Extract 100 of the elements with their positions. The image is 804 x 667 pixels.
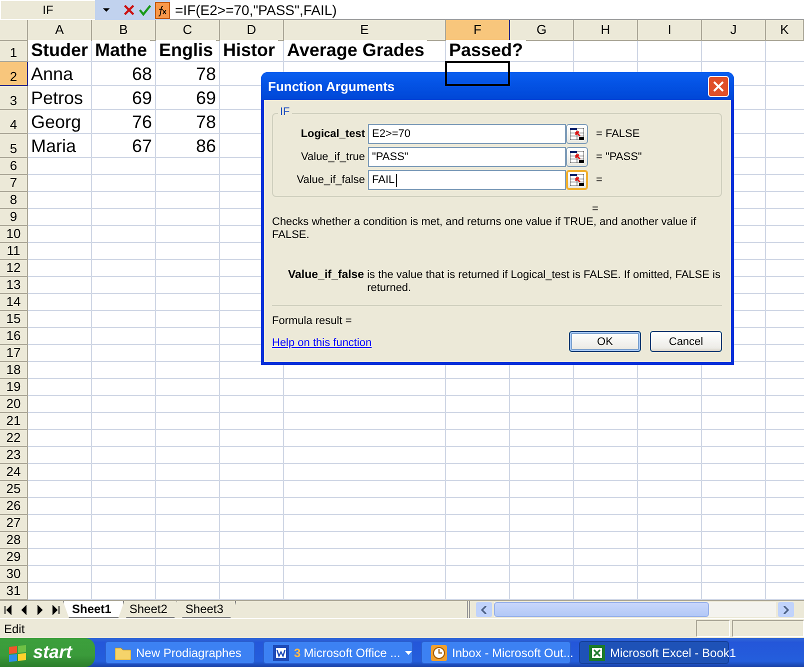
- argument-description: is the value that is returned if Logical_test is FALSE. If omitted, FALSE is returned.: [367, 269, 722, 295]
- spreadsheet-icon: [570, 128, 584, 140]
- dialog-button[interactable]: Cancel: [650, 331, 722, 352]
- column-header[interactable]: D: [220, 20, 284, 41]
- row-header[interactable]: 9: [0, 209, 28, 226]
- clock-icon: [431, 644, 447, 660]
- argument-field[interactable]: "PASS": [368, 147, 566, 167]
- spreadsheet-icon: [570, 151, 584, 163]
- first-sheet-icon[interactable]: [3, 604, 13, 614]
- row-header[interactable]: 3: [0, 86, 28, 110]
- status-panel: [732, 620, 804, 637]
- row-header[interactable]: 20: [0, 396, 28, 413]
- row-header[interactable]: 22: [0, 430, 28, 447]
- taskbar-button[interactable]: New Prodiagraphes: [105, 641, 255, 664]
- folder-icon: [115, 646, 131, 660]
- row-header[interactable]: 1: [0, 41, 28, 62]
- row-header[interactable]: 12: [0, 260, 28, 277]
- column-header[interactable]: E: [284, 20, 446, 41]
- active-cell: [445, 61, 510, 86]
- taskbar-label: Microsoft Office ...: [304, 646, 400, 660]
- column-header[interactable]: J: [702, 20, 766, 41]
- row-header[interactable]: 11: [0, 243, 28, 260]
- status-panel: [696, 620, 730, 637]
- name-box[interactable]: IF: [0, 0, 95, 20]
- close-icon: [713, 80, 724, 92]
- argument-result: =: [595, 174, 604, 186]
- column-header[interactable]: A: [28, 20, 92, 41]
- row-header[interactable]: 23: [0, 447, 28, 464]
- caret-icon: [405, 650, 412, 654]
- row-header[interactable]: 27: [0, 515, 28, 532]
- row-header[interactable]: 24: [0, 464, 28, 481]
- column-header[interactable]: C: [156, 20, 220, 41]
- taskbar-button[interactable]: 3 Microsoft Office ...: [263, 641, 413, 664]
- row-header[interactable]: 15: [0, 311, 28, 328]
- column-header[interactable]: I: [638, 20, 702, 41]
- chevron-left-icon: [481, 606, 487, 614]
- table-cell: Passed?: [446, 40, 526, 61]
- row-header[interactable]: 28: [0, 532, 28, 549]
- argument-field[interactable]: FAIL: [368, 170, 566, 190]
- row-header[interactable]: 10: [0, 226, 28, 243]
- group-label: IF: [278, 106, 292, 118]
- row-header[interactable]: 2: [0, 62, 28, 86]
- sheet-tab[interactable]: Sheet1: [63, 601, 124, 618]
- column-header[interactable]: F: [446, 20, 510, 41]
- argument-label: Value_if_true: [300, 151, 365, 163]
- taskbar-button[interactable]: Inbox - Microsoft Out...: [421, 641, 571, 664]
- insert-function-icon[interactable]: [154, 2, 170, 18]
- window-count: 3: [294, 646, 301, 660]
- close-button[interactable]: [708, 76, 729, 96]
- column-header[interactable]: B: [92, 20, 156, 41]
- formula-field[interactable]: =IF(E2>=70,"PASS",FAIL): [170, 0, 804, 20]
- row-header[interactable]: 8: [0, 192, 28, 209]
- row-header[interactable]: 21: [0, 413, 28, 430]
- function-description: Checks whether a condition is met, and returns one value if TRUE, and another value if FALSE.: [272, 216, 698, 242]
- argument-result: = "PASS": [595, 151, 643, 163]
- spreadsheet-icon: [570, 174, 584, 186]
- argument-field[interactable]: E2>=70: [368, 124, 566, 144]
- scroll-right-button[interactable]: [778, 602, 794, 617]
- row-header[interactable]: 19: [0, 379, 28, 396]
- flag-icon: [8, 644, 28, 662]
- column-header[interactable]: H: [574, 20, 638, 41]
- formula-result: Formula result =: [272, 315, 353, 327]
- row-header[interactable]: 30: [0, 566, 28, 583]
- column-header[interactable]: G: [510, 20, 574, 41]
- argument-label: Value_if_false: [296, 174, 365, 186]
- sheet-tab[interactable]: Sheet3: [176, 601, 236, 618]
- row-header[interactable]: 31: [0, 583, 28, 600]
- next-sheet-icon[interactable]: [35, 604, 45, 614]
- row-header[interactable]: 14: [0, 294, 28, 311]
- dialog-button[interactable]: OK: [569, 331, 641, 352]
- dropdown-arrow-icon[interactable]: [102, 7, 111, 13]
- row-header[interactable]: 5: [0, 134, 28, 158]
- previous-sheet-icon[interactable]: [19, 604, 29, 614]
- row-header[interactable]: 4: [0, 110, 28, 134]
- scroll-left-button[interactable]: [476, 602, 492, 617]
- dialog-title: Function Arguments: [268, 78, 395, 94]
- help-link[interactable]: Help on this function: [272, 337, 372, 349]
- start-button[interactable]: start: [0, 638, 95, 667]
- checkmark-icon[interactable]: [138, 3, 151, 17]
- formula-preview: =: [592, 203, 600, 215]
- range-select-button[interactable]: [566, 147, 588, 167]
- row-header[interactable]: 29: [0, 549, 28, 566]
- range-select-button[interactable]: [566, 170, 588, 190]
- row-header[interactable]: 25: [0, 481, 28, 498]
- row-header[interactable]: 26: [0, 498, 28, 515]
- last-sheet-icon[interactable]: [51, 604, 61, 614]
- row-header[interactable]: 18: [0, 362, 28, 379]
- row-header[interactable]: 7: [0, 175, 28, 192]
- chevron-right-icon: [783, 606, 789, 614]
- range-select-button[interactable]: [566, 124, 588, 144]
- row-header[interactable]: 13: [0, 277, 28, 294]
- scrollbar-thumb[interactable]: [494, 602, 709, 617]
- column-header[interactable]: K: [766, 20, 804, 41]
- row-header[interactable]: 17: [0, 345, 28, 362]
- row-header[interactable]: 6: [0, 158, 28, 175]
- argument-name: Value_if_false: [288, 269, 364, 283]
- taskbar-label: Inbox - Microsoft Out...: [452, 646, 574, 660]
- spreadsheet-icon: [589, 644, 605, 660]
- row-header[interactable]: 16: [0, 328, 28, 345]
- cancel-icon[interactable]: [122, 3, 135, 17]
